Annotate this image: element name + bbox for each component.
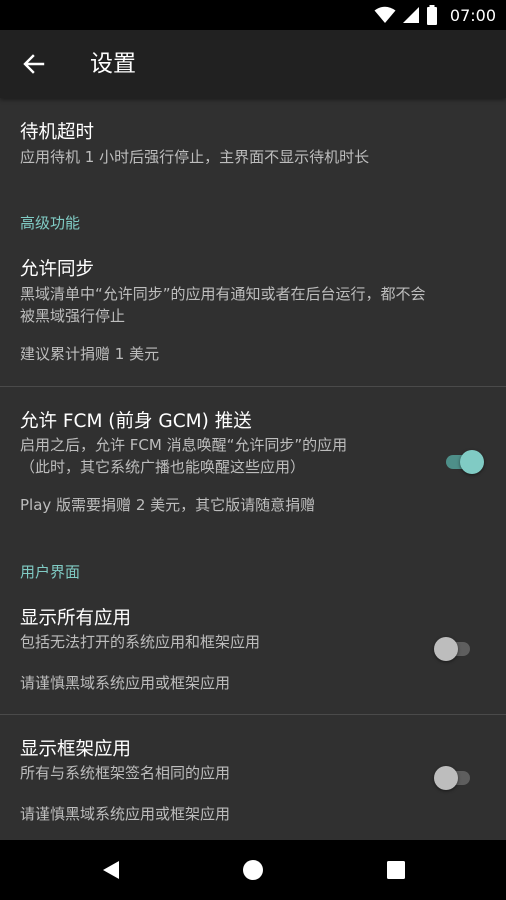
- battery-icon: [426, 5, 437, 25]
- toggle-thumb: [434, 766, 458, 790]
- back-button[interactable]: [18, 48, 50, 80]
- section-header-ui: 用户界面: [20, 563, 81, 581]
- app-bar: 设置: [0, 30, 506, 98]
- nav-recents-button[interactable]: [382, 856, 410, 884]
- toggle-thumb: [460, 450, 484, 474]
- standby-timeout-item[interactable]: 待机超时 应用待机 1 小时后强行停止，主界面不显示待机时长: [0, 98, 506, 188]
- show-framework-apps-toggle[interactable]: [434, 763, 476, 793]
- standby-timeout-title: 待机超时: [20, 122, 95, 143]
- show-all-apps-toggle[interactable]: [434, 634, 476, 664]
- allow-fcm-item[interactable]: 允许 FCM (前身 GCM) 推送 启用之后，允许 FCM 消息唤醒“允许同步…: [0, 387, 506, 533]
- allow-fcm-note: Play 版需要捐赠 2 美元，其它版请随意捐赠: [20, 496, 316, 514]
- show-framework-apps-item[interactable]: 显示框架应用 所有与系统框架签名相同的应用 请谨慎黑域系统应用或框架应用: [0, 715, 506, 840]
- status-time: 07:00: [449, 5, 496, 25]
- show-framework-apps-title: 显示框架应用: [20, 739, 132, 760]
- page-title: 设置: [90, 51, 136, 77]
- show-all-apps-item[interactable]: 显示所有应用 包括无法打开的系统应用和框架应用 请谨慎黑域系统应用或框架应用: [0, 592, 506, 714]
- back-triangle-icon: [103, 861, 119, 879]
- show-framework-apps-note: 请谨慎黑域系统应用或框架应用: [20, 805, 231, 823]
- show-framework-apps-summary: 所有与系统框架签名相同的应用: [20, 764, 231, 782]
- allow-fcm-summary-line1: 启用之后，允许 FCM 消息唤醒“允许同步”的应用: [20, 436, 348, 454]
- allow-sync-summary-line1: 黑域清单中“允许同步”的应用有通知或者在后台运行，都不会: [20, 285, 426, 303]
- status-icons: 07:00: [374, 5, 496, 25]
- show-all-apps-title: 显示所有应用: [20, 608, 132, 629]
- standby-timeout-summary: 应用待机 1 小时后强行停止，主界面不显示待机时长: [20, 148, 370, 166]
- settings-list[interactable]: 待机超时 应用待机 1 小时后强行停止，主界面不显示待机时长 高级功能 允许同步…: [0, 98, 506, 840]
- allow-fcm-summary-line2: （此时，其它系统广播也能唤醒这些应用）: [20, 458, 306, 476]
- home-circle-icon: [243, 860, 263, 880]
- show-all-apps-note: 请谨慎黑域系统应用或框架应用: [20, 674, 231, 692]
- allow-fcm-toggle[interactable]: [442, 447, 484, 477]
- arrow-left-icon: [23, 54, 45, 74]
- cell-signal-icon: [402, 7, 419, 23]
- wifi-icon: [374, 6, 396, 23]
- allow-sync-note: 建议累计捐赠 1 美元: [20, 345, 160, 363]
- show-all-apps-summary: 包括无法打开的系统应用和框架应用: [20, 633, 261, 651]
- nav-home-button[interactable]: [239, 856, 267, 884]
- section-header-advanced: 高级功能: [20, 214, 81, 232]
- navigation-bar: [0, 840, 506, 900]
- recents-square-icon: [387, 861, 405, 879]
- allow-sync-title: 允许同步: [20, 259, 95, 280]
- toggle-thumb: [434, 637, 458, 661]
- nav-back-button[interactable]: [97, 856, 125, 884]
- allow-sync-summary-line2: 被黑域强行停止: [20, 307, 126, 325]
- status-bar: 07:00: [0, 0, 506, 30]
- allow-sync-item[interactable]: 允许同步 黑域清单中“允许同步”的应用有通知或者在后台运行，都不会 被黑域强行停…: [0, 243, 506, 385]
- allow-fcm-title: 允许 FCM (前身 GCM) 推送: [20, 411, 252, 432]
